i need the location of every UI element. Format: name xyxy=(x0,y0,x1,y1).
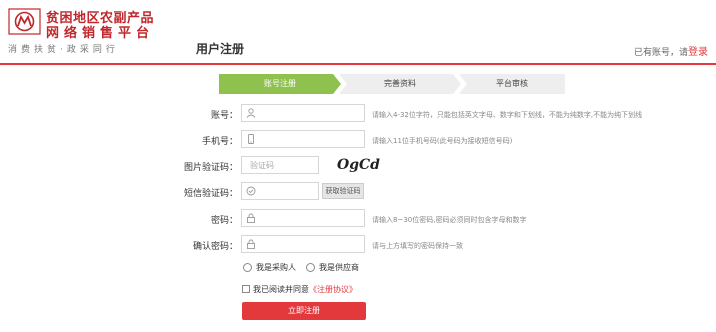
logo-icon xyxy=(8,8,41,35)
shield-check-icon xyxy=(246,186,256,196)
password-input[interactable] xyxy=(241,209,365,227)
agree-label: 我已阅读并同意 xyxy=(253,285,309,294)
role-buyer-label: 我是采购人 xyxy=(256,263,296,272)
step-account: 账号注册 xyxy=(219,74,341,94)
step-progress: 账号注册 完善资料 平台审核 xyxy=(219,74,565,94)
phone-input[interactable] xyxy=(241,130,365,148)
phone-label: 手机号： xyxy=(201,137,238,147)
captcha-placeholder: 验证码 xyxy=(250,161,274,170)
slogan: 消费扶贫·政采同行 xyxy=(8,45,119,55)
account-hint: 请输入4-32位字符，只能包括英文字母、数字和下划线，不能为纯数字,不能为纯下划… xyxy=(372,111,643,119)
role-supplier-label: 我是供应商 xyxy=(319,263,359,272)
confirm-password-label: 确认密码： xyxy=(192,242,238,252)
register-button[interactable]: 立即注册 xyxy=(242,302,366,320)
phone-hint: 请输入11位手机号码(此号码为接收短信号码) xyxy=(372,137,513,145)
captcha-text: OgCd xyxy=(337,157,380,173)
lock-icon xyxy=(247,239,255,249)
step-review: 平台审核 xyxy=(459,74,565,94)
agreement-link[interactable]: 《注册协议》 xyxy=(309,285,357,294)
sms-label: 短信验证码： xyxy=(183,189,238,199)
logo-title-line2: 网络销售平台 xyxy=(46,26,155,41)
step-profile: 完善资料 xyxy=(339,74,461,94)
login-hint: 已有账号，请登录 xyxy=(634,43,708,58)
header: 贫困地区农副产品 网络销售平台 消费扶贫·政采同行 用户注册 已有账号，请登录 xyxy=(0,0,716,65)
captcha-label: 图片验证码： xyxy=(183,163,238,173)
user-icon xyxy=(246,108,256,118)
get-sms-code-button[interactable]: 获取验证码 xyxy=(322,183,364,199)
account-label: 账号： xyxy=(210,111,238,121)
login-prompt: 已有账号，请 xyxy=(633,48,688,58)
confirm-password-input[interactable] xyxy=(241,235,365,253)
phone-icon xyxy=(248,134,254,144)
captcha-input[interactable]: 验证码 xyxy=(241,156,319,174)
password-hint: 请输入8~30位密码,密码必须同时包含字母和数字 xyxy=(372,216,527,224)
agree-checkbox[interactable] xyxy=(242,285,250,293)
captcha-image[interactable]: OgCd xyxy=(336,154,380,174)
role-buyer-radio[interactable] xyxy=(243,263,252,272)
role-supplier-radio[interactable] xyxy=(306,263,315,272)
account-input[interactable] xyxy=(241,104,365,122)
lock-icon xyxy=(247,213,255,223)
login-link[interactable]: 登录 xyxy=(688,47,708,58)
header-divider xyxy=(0,63,716,65)
password-label: 密码： xyxy=(210,216,238,226)
agree-text: 我已阅读并同意《注册协议》 xyxy=(253,284,357,295)
confirm-password-hint: 请与上方填写的密码保持一致 xyxy=(372,242,463,250)
page-title: 用户注册 xyxy=(196,42,245,56)
sms-input[interactable] xyxy=(241,182,319,200)
